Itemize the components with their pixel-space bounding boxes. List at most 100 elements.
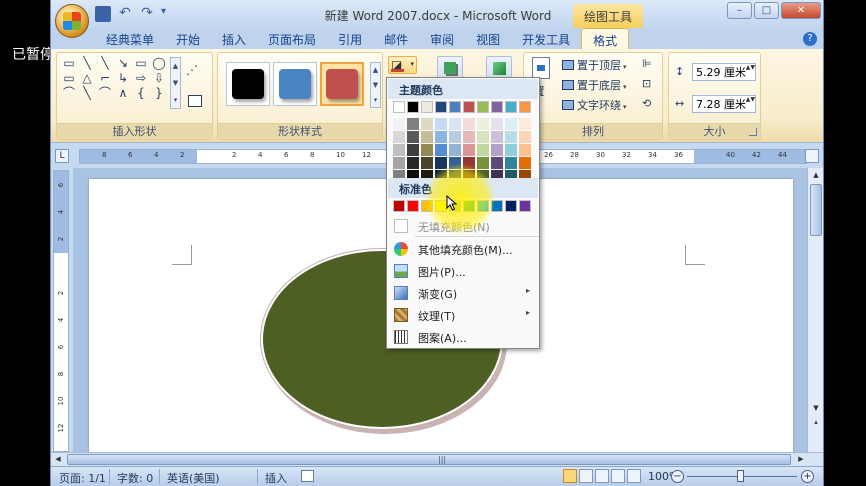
outline-view-button[interactable]	[611, 469, 625, 483]
shape-option[interactable]: ⇩	[152, 72, 166, 85]
theme-color-swatch[interactable]	[393, 101, 405, 113]
theme-shade-swatch[interactable]	[463, 157, 475, 169]
theme-shade-swatch[interactable]	[393, 144, 405, 156]
shape-option[interactable]: ⌐	[98, 72, 112, 85]
fill-menu-item[interactable]: 其他填充颜色(M)...	[388, 238, 538, 260]
fill-menu-item[interactable]: 纹理(T) ▸	[388, 304, 538, 326]
theme-shade-swatch[interactable]	[519, 157, 531, 169]
tab-developer[interactable]: 开发工具	[511, 28, 581, 49]
theme-color-swatch[interactable]	[491, 101, 503, 113]
theme-shade-swatch[interactable]	[505, 157, 517, 169]
theme-shade-swatch[interactable]	[463, 131, 475, 143]
horizontal-scrollbar[interactable]: ◀ ||| ▶	[51, 452, 823, 466]
scroll-left-button[interactable]: ◀	[51, 453, 65, 466]
styles-more-button[interactable]: ▾	[371, 93, 380, 108]
position-icon[interactable]	[532, 57, 550, 79]
theme-shade-swatch[interactable]	[421, 131, 433, 143]
shape-option[interactable]: ▭	[134, 57, 148, 70]
tab-mailings[interactable]: 邮件	[373, 28, 419, 49]
theme-color-swatch[interactable]	[421, 101, 433, 113]
print-layout-view-button[interactable]	[563, 469, 577, 483]
bring-to-front-dropdown[interactable]: ▾	[623, 63, 627, 71]
shape-option[interactable]: ↳	[116, 72, 130, 85]
theme-shade-swatch[interactable]	[421, 157, 433, 169]
shape-option[interactable]: ▭	[62, 72, 76, 85]
tab-selector-button[interactable]: L	[55, 149, 69, 163]
theme-shade-swatch[interactable]	[463, 118, 475, 130]
browse-object-button[interactable]	[808, 430, 823, 442]
scroll-up-button[interactable]: ▲	[808, 168, 823, 183]
vertical-ruler[interactable]: 6 4 2 2 4 6 8 10 12	[53, 170, 69, 452]
scroll-down-button[interactable]: ▼	[808, 401, 823, 416]
language-indicator[interactable]: 英语(美国)	[167, 470, 220, 486]
text-box-icon[interactable]	[188, 95, 202, 107]
shapes-scroll-up[interactable]: ▲	[171, 58, 180, 75]
theme-shade-swatch[interactable]	[421, 144, 433, 156]
full-screen-reading-button[interactable]	[579, 469, 593, 483]
theme-shade-swatch[interactable]	[491, 157, 503, 169]
standard-color-swatch[interactable]	[505, 200, 517, 212]
theme-shade-swatch[interactable]	[407, 157, 419, 169]
horizontal-scroll-thumb[interactable]: |||	[67, 454, 791, 465]
shape-option[interactable]: {	[134, 87, 148, 100]
theme-shade-swatch[interactable]	[491, 144, 503, 156]
fill-menu-item[interactable]: 图案(A)...	[388, 326, 538, 348]
shape-option[interactable]: ↘	[116, 57, 130, 70]
maximize-button[interactable]: □	[754, 2, 779, 19]
help-icon[interactable]: ?	[803, 32, 817, 46]
theme-shade-swatch[interactable]	[491, 118, 503, 130]
shape-option[interactable]: ╲	[98, 57, 112, 70]
theme-shade-swatch[interactable]	[477, 157, 489, 169]
theme-shade-swatch[interactable]	[407, 118, 419, 130]
group-icon[interactable]: ⊡	[642, 77, 660, 90]
tab-references[interactable]: 引用	[327, 28, 373, 49]
rotate-icon[interactable]: ⟲	[642, 97, 660, 110]
insert-mode-indicator[interactable]: 插入	[265, 470, 287, 486]
zoom-out-button[interactable]: −	[671, 470, 684, 483]
shape-option[interactable]: ╲	[80, 87, 94, 100]
style-swatch-black[interactable]	[226, 62, 270, 106]
theme-shade-swatch[interactable]	[449, 144, 461, 156]
zoom-slider-knob[interactable]	[737, 470, 744, 482]
align-icon[interactable]: ⊫	[642, 57, 660, 70]
edit-shape-icon[interactable]: ⋰	[186, 63, 206, 79]
theme-shade-swatch[interactable]	[393, 118, 405, 130]
shape-fill-button[interactable]: ◪ ▾	[388, 56, 417, 74]
theme-color-swatch[interactable]	[407, 101, 419, 113]
vertical-scrollbar[interactable]: ▲ ▼ ▴	[807, 168, 823, 452]
macro-record-icon[interactable]	[301, 470, 314, 482]
height-spinner[interactable]: ▲▼	[746, 64, 755, 71]
theme-shade-swatch[interactable]	[435, 157, 447, 169]
shape-option[interactable]: ⌒	[98, 87, 112, 100]
draft-view-button[interactable]	[627, 469, 641, 483]
tab-home[interactable]: 开始	[165, 28, 211, 49]
view-ruler-button[interactable]	[805, 149, 819, 163]
bring-to-front-button[interactable]: 置于顶层 ▾	[562, 57, 627, 73]
shape-option[interactable]: ▭	[62, 57, 76, 70]
shape-option[interactable]: }	[152, 87, 166, 100]
styles-scroll-down[interactable]: ▼	[371, 78, 380, 93]
size-dialog-launcher[interactable]	[749, 128, 757, 136]
theme-shade-swatch[interactable]	[519, 131, 531, 143]
theme-shade-swatch[interactable]	[393, 131, 405, 143]
theme-color-swatch[interactable]	[435, 101, 447, 113]
shape-option[interactable]: △	[80, 72, 94, 85]
standard-color-swatch[interactable]	[463, 200, 475, 212]
shape-option[interactable]: ∧	[116, 87, 130, 100]
theme-shade-swatch[interactable]	[435, 118, 447, 130]
theme-color-swatch[interactable]	[463, 101, 475, 113]
send-to-back-button[interactable]: 置于底层 ▾	[562, 77, 627, 93]
theme-shade-swatch[interactable]	[477, 131, 489, 143]
tab-classic-menu[interactable]: 经典菜单	[95, 28, 165, 49]
theme-shade-swatch[interactable]	[449, 118, 461, 130]
standard-color-swatch[interactable]	[393, 200, 405, 212]
minimize-button[interactable]: –	[727, 2, 752, 19]
shapes-more-button[interactable]: ▾	[171, 92, 180, 109]
send-to-back-dropdown[interactable]: ▾	[623, 83, 627, 91]
theme-shade-swatch[interactable]	[505, 118, 517, 130]
text-wrapping-button[interactable]: 文字环绕 ▾	[562, 97, 627, 113]
shape-option[interactable]: ◯	[152, 57, 166, 70]
zoom-in-button[interactable]: +	[801, 470, 814, 483]
standard-color-swatch[interactable]	[407, 200, 419, 212]
theme-shade-swatch[interactable]	[505, 144, 517, 156]
